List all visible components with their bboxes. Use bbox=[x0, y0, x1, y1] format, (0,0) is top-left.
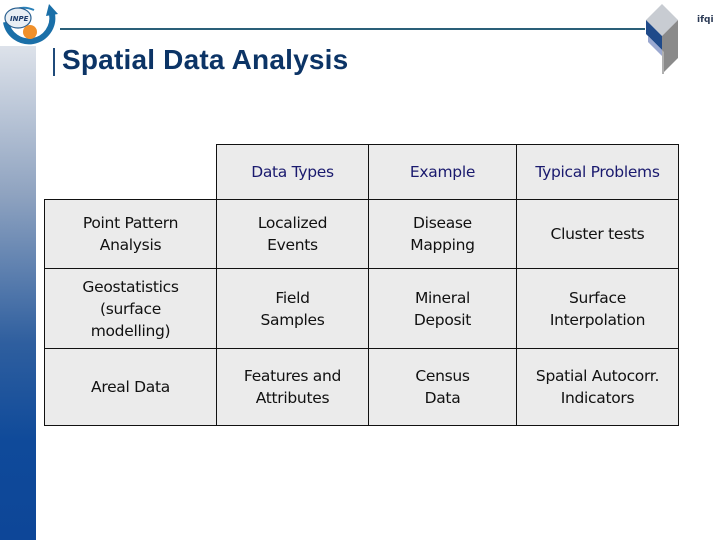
inpe-logo-icon: INPE bbox=[3, 4, 58, 45]
column-header-example: Example bbox=[369, 144, 517, 200]
ifqi-logo-text: ifqi bbox=[697, 15, 714, 25]
table-cell: Field Samples bbox=[217, 269, 369, 349]
column-header-typical-problems: Typical Problems bbox=[517, 144, 679, 200]
page-title: Spatial Data Analysis bbox=[62, 44, 349, 75]
header-divider bbox=[60, 28, 645, 30]
table-cell: Census Data bbox=[369, 349, 517, 426]
table-cell: Mineral Deposit bbox=[369, 269, 517, 349]
table-cell: Spatial Autocorr. Indicators bbox=[517, 349, 679, 426]
table-corner-cell bbox=[44, 144, 217, 200]
row-label-geostatistics: Geostatistics (surface modelling) bbox=[44, 269, 217, 349]
table-cell: Localized Events bbox=[217, 200, 369, 269]
table-cell: Features and Attributes bbox=[217, 349, 369, 426]
ifqi-logo-icon bbox=[646, 4, 678, 74]
analysis-table: Data Types Example Typical Problems Poin… bbox=[44, 144, 679, 426]
inpe-logo-text: INPE bbox=[10, 15, 29, 23]
column-header-data-types: Data Types bbox=[217, 144, 369, 200]
table-cell: Cluster tests bbox=[517, 200, 679, 269]
row-label-point-pattern: Point Pattern Analysis bbox=[44, 200, 217, 269]
sidebar-gradient-bar bbox=[0, 46, 36, 540]
row-label-areal-data: Areal Data bbox=[44, 349, 217, 426]
table-cell: Disease Mapping bbox=[369, 200, 517, 269]
table-cell: Surface Interpolation bbox=[517, 269, 679, 349]
title-accent-bar bbox=[53, 48, 55, 76]
